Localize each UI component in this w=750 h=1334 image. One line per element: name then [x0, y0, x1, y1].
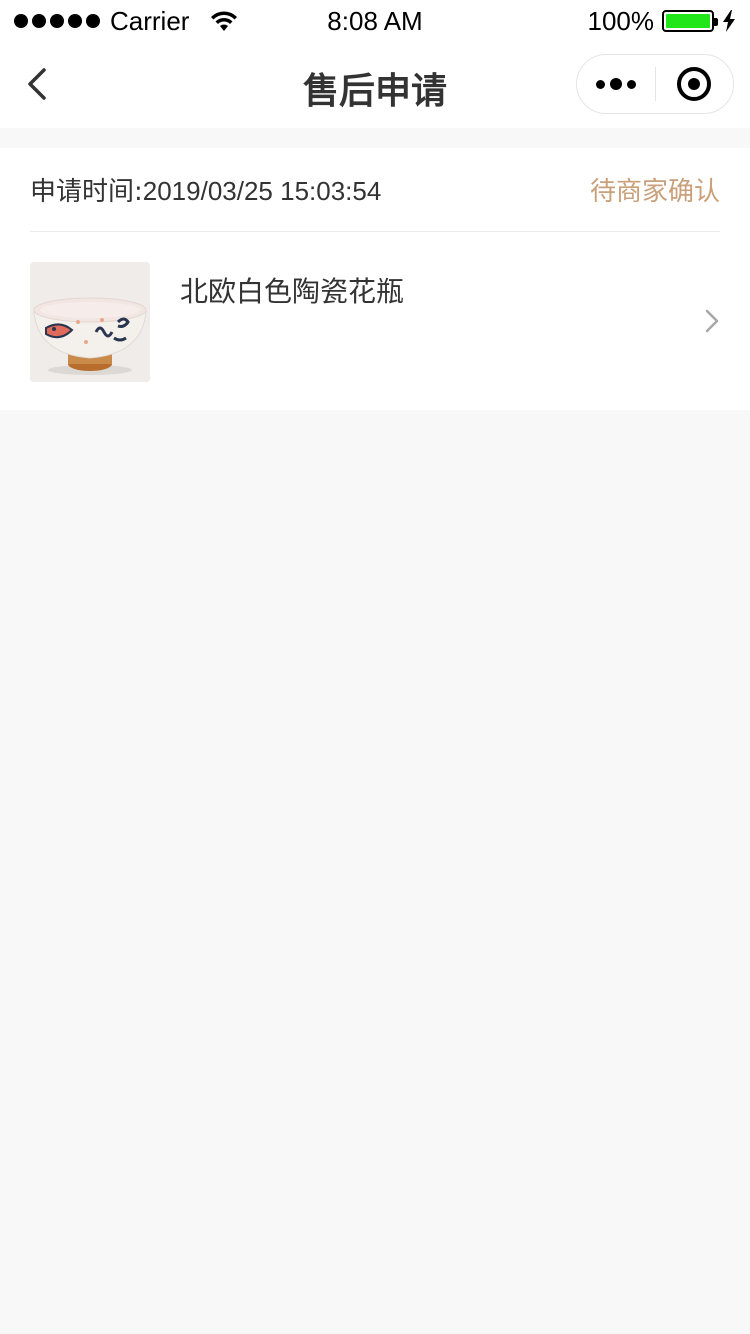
mini-program-capsule [576, 54, 734, 114]
navigation-bar: 售后申请 [0, 40, 750, 128]
apply-time-label: 申请时间: [30, 177, 143, 207]
more-dots-icon[interactable] [577, 55, 655, 113]
charging-bolt-icon [723, 10, 735, 32]
battery-icon [662, 10, 718, 32]
product-name: 北欧白色陶瓷花瓶 [180, 275, 405, 308]
status-bar-right: 100% [588, 6, 737, 36]
product-thumbnail [30, 262, 150, 382]
product-row[interactable]: 北欧白色陶瓷花瓶 [30, 262, 720, 382]
chevron-right-icon [705, 309, 719, 333]
battery-percent: 100% [587, 5, 655, 36]
status-badge: 待商家确认 [589, 177, 720, 207]
status-bar: Carrier 8:08 AM 100% [0, 0, 750, 40]
target-circle-icon[interactable] [656, 55, 734, 113]
card-header: 申请时间:2019/03/25 15:03:54 待商家确认 [30, 148, 720, 232]
ceramic-bowl-thumbnail [30, 262, 150, 382]
after-sale-request-card: 申请时间:2019/03/25 15:03:54 待商家确认 北欧白色陶瓷花瓶 [0, 148, 750, 410]
apply-time-value: 2019/03/25 15:03:54 [142, 176, 382, 206]
battery-fill [666, 14, 710, 28]
apply-time: 申请时间:2019/03/25 15:03:54 [30, 171, 381, 208]
